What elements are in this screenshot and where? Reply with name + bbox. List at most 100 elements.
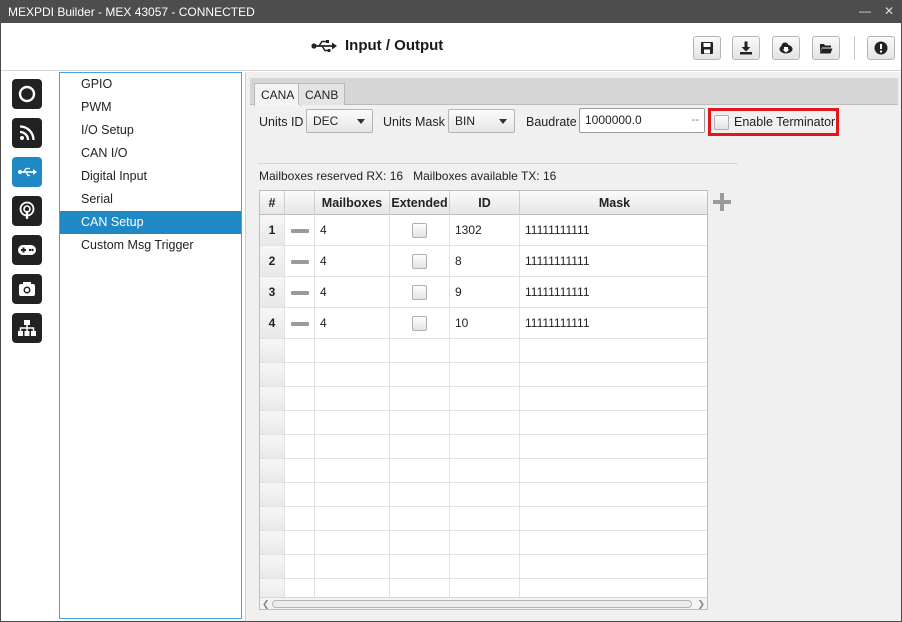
extended-cell bbox=[390, 555, 450, 578]
extended-checkbox[interactable] bbox=[412, 222, 427, 238]
open-folder-button[interactable] bbox=[812, 36, 840, 60]
mailboxes-cell[interactable]: 4 bbox=[315, 246, 390, 276]
add-row-icon[interactable] bbox=[712, 192, 732, 212]
nav-gamepad[interactable] bbox=[12, 235, 42, 265]
table-row[interactable]: 1 4 1302 11111111111 bbox=[260, 215, 707, 246]
cloud-download-button[interactable] bbox=[772, 36, 800, 60]
mask-cell[interactable]: 11111111111 bbox=[520, 308, 707, 338]
drag-handle-cell bbox=[285, 555, 315, 578]
empty-table-row bbox=[260, 363, 707, 387]
tab-canb[interactable]: CANB bbox=[298, 83, 346, 105]
chevron-down-icon bbox=[357, 119, 365, 124]
info-button[interactable] bbox=[867, 36, 895, 60]
extended-cell bbox=[390, 363, 450, 386]
row-number-cell bbox=[260, 363, 285, 386]
download-button[interactable] bbox=[732, 36, 760, 60]
mask-cell bbox=[520, 339, 707, 362]
menu-item-custom-msg-trigger[interactable]: Custom Msg Trigger bbox=[60, 234, 241, 257]
drag-handle-icon[interactable] bbox=[291, 321, 309, 326]
mailboxes-cell[interactable]: 4 bbox=[315, 308, 390, 338]
units-mask-value: BIN bbox=[455, 114, 476, 128]
drag-handle-cell bbox=[285, 277, 315, 307]
tab-cana[interactable]: CANA bbox=[254, 83, 302, 106]
id-cell bbox=[450, 483, 520, 506]
id-cell[interactable]: 8 bbox=[450, 246, 520, 276]
mailboxes-cell bbox=[315, 363, 390, 386]
menu-item-can-setup[interactable]: CAN Setup bbox=[60, 211, 241, 234]
menu-item-can-io[interactable]: CAN I/O bbox=[60, 142, 241, 165]
table-row[interactable]: 4 4 10 11111111111 bbox=[260, 308, 707, 339]
minimize-button[interactable]: — bbox=[858, 3, 872, 19]
row-number-cell bbox=[260, 459, 285, 482]
menu-item-pwm[interactable]: PWM bbox=[60, 96, 241, 119]
id-cell bbox=[450, 555, 520, 578]
id-cell bbox=[450, 387, 520, 410]
mailboxes-cell bbox=[315, 507, 390, 530]
row-number-cell: 2 bbox=[260, 246, 285, 276]
drag-handle-cell bbox=[285, 483, 315, 506]
table-row[interactable]: 2 4 8 11111111111 bbox=[260, 246, 707, 277]
horizontal-scrollbar[interactable]: ❮ ❯ bbox=[260, 597, 707, 609]
nav-power[interactable] bbox=[12, 79, 42, 109]
id-cell[interactable]: 9 bbox=[450, 277, 520, 307]
column-header-id[interactable]: ID bbox=[450, 191, 520, 215]
mask-cell[interactable]: 11111111111 bbox=[520, 215, 707, 245]
rss-icon bbox=[19, 125, 35, 141]
column-header-mailboxes[interactable]: Mailboxes bbox=[315, 191, 390, 215]
id-cell[interactable]: 1302 bbox=[450, 215, 520, 245]
drag-handle-cell bbox=[285, 308, 315, 338]
mask-cell bbox=[520, 363, 707, 386]
save-button[interactable] bbox=[693, 36, 721, 60]
units-mask-select[interactable]: BIN bbox=[448, 109, 515, 133]
extended-cell bbox=[390, 507, 450, 530]
nav-camera[interactable] bbox=[12, 274, 42, 304]
column-header-number[interactable]: # bbox=[260, 191, 285, 215]
enable-terminator-checkbox[interactable] bbox=[714, 115, 729, 130]
empty-table-row bbox=[260, 555, 707, 579]
extended-checkbox[interactable] bbox=[412, 284, 427, 300]
empty-table-row bbox=[260, 459, 707, 483]
menu-item-digital-input[interactable]: Digital Input bbox=[60, 165, 241, 188]
table-row[interactable]: 3 4 9 11111111111 bbox=[260, 277, 707, 308]
scroll-left-icon[interactable]: ❮ bbox=[262, 598, 270, 609]
column-header-handle[interactable] bbox=[285, 191, 315, 215]
menu-item-io-setup[interactable]: I/O Setup bbox=[60, 119, 241, 142]
column-header-mask[interactable]: Mask bbox=[520, 191, 707, 215]
enable-terminator-label: Enable Terminator bbox=[734, 115, 836, 129]
extended-checkbox[interactable] bbox=[412, 253, 427, 269]
row-number-cell: 3 bbox=[260, 277, 285, 307]
units-id-select[interactable]: DEC bbox=[306, 109, 373, 133]
row-number-cell bbox=[260, 387, 285, 410]
mailboxes-cell[interactable]: 4 bbox=[315, 215, 390, 245]
nav-input-output[interactable] bbox=[12, 157, 42, 187]
usb-icon bbox=[18, 167, 37, 177]
mask-cell[interactable]: 11111111111 bbox=[520, 277, 707, 307]
column-header-extended[interactable]: Extended bbox=[390, 191, 450, 215]
id-cell[interactable]: 10 bbox=[450, 308, 520, 338]
extended-checkbox[interactable] bbox=[412, 315, 427, 331]
title-bar: MEXPDI Builder - MEX 43057 - CONNECTED —… bbox=[0, 0, 902, 23]
scroll-right-icon[interactable]: ❯ bbox=[697, 598, 705, 609]
app-window: Input / Output GPIO PWM I/O Setup CAN I/… bbox=[1, 23, 901, 621]
baudrate-input[interactable]: 1000000.0 -- bbox=[579, 108, 705, 133]
drag-handle-icon[interactable] bbox=[291, 290, 309, 295]
empty-table-row bbox=[260, 339, 707, 363]
menu-item-gpio[interactable]: GPIO bbox=[60, 73, 241, 96]
drag-handle-cell bbox=[285, 531, 315, 554]
extended-cell bbox=[390, 411, 450, 434]
close-button[interactable]: ✕ bbox=[882, 3, 896, 19]
nav-network[interactable] bbox=[12, 313, 42, 343]
scrollbar-thumb[interactable] bbox=[272, 600, 692, 608]
mailboxes-cell bbox=[315, 555, 390, 578]
power-icon bbox=[18, 85, 36, 103]
mailboxes-cell[interactable]: 4 bbox=[315, 277, 390, 307]
drag-handle-cell bbox=[285, 411, 315, 434]
row-number-cell bbox=[260, 531, 285, 554]
menu-item-serial[interactable]: Serial bbox=[60, 188, 241, 211]
drag-handle-icon[interactable] bbox=[291, 259, 309, 264]
drag-handle-icon[interactable] bbox=[291, 228, 309, 233]
nav-rss[interactable] bbox=[12, 118, 42, 148]
nav-icon-bar bbox=[1, 72, 53, 621]
nav-podcast[interactable] bbox=[12, 196, 42, 226]
mask-cell[interactable]: 11111111111 bbox=[520, 246, 707, 276]
